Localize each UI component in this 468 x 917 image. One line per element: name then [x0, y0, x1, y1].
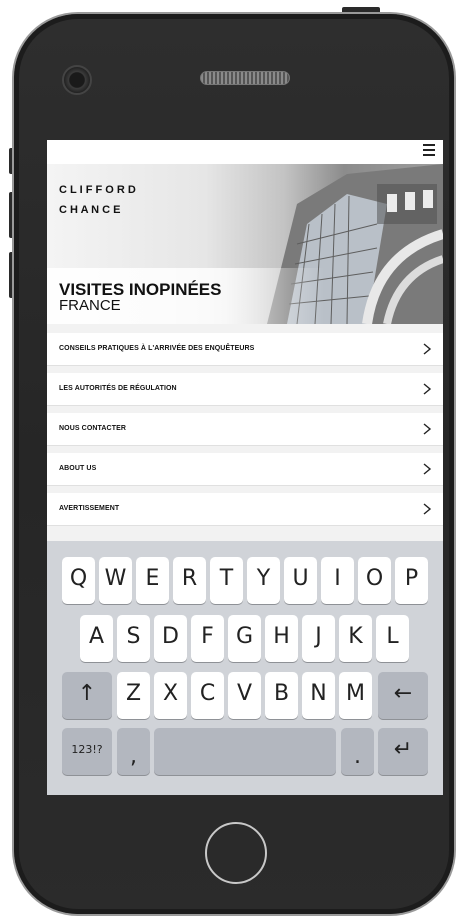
chevron-right-icon — [423, 423, 432, 435]
key-i[interactable]: I — [321, 557, 354, 604]
front-camera — [62, 65, 92, 95]
key-r[interactable]: R — [173, 557, 206, 604]
on-screen-keyboard: Q W E R T Y U I O P A S D F G H J K L ↑ … — [47, 541, 443, 795]
key-t[interactable]: T — [210, 557, 243, 604]
power-button[interactable] — [342, 7, 380, 14]
menu-item-conseils[interactable]: CONSEILS PRATIQUES À L'ARRIVÉE DES ENQUÊ… — [47, 333, 443, 365]
menu-item-contact[interactable]: NOUS CONTACTER — [47, 413, 443, 445]
enter-key[interactable]: ↵ — [378, 728, 428, 775]
banner-subtitle: FRANCE — [59, 297, 121, 314]
menu-item-label: ABOUT US — [59, 465, 97, 472]
key-j[interactable]: J — [302, 615, 335, 662]
main-menu: CONSEILS PRATIQUES À L'ARRIVÉE DES ENQUÊ… — [47, 333, 443, 533]
key-u[interactable]: U — [284, 557, 317, 604]
chevron-right-icon — [423, 463, 432, 475]
hero-banner: C L I F F O R D C H A N C E VISITES INOP… — [47, 164, 443, 324]
menu-item-about[interactable]: ABOUT US — [47, 453, 443, 485]
key-z[interactable]: Z — [117, 672, 150, 719]
key-h[interactable]: H — [265, 615, 298, 662]
menu-item-label: AVERTISSEMENT — [59, 505, 120, 512]
key-m[interactable]: M — [339, 672, 372, 719]
earpiece-speaker — [200, 71, 290, 85]
backspace-key[interactable]: ← — [378, 672, 428, 719]
key-k[interactable]: K — [339, 615, 372, 662]
comma-key[interactable]: , — [117, 728, 150, 775]
menu-item-label: LES AUTORITÉS DE RÉGULATION — [59, 385, 177, 392]
key-x[interactable]: X — [154, 672, 187, 719]
chevron-right-icon — [423, 383, 432, 395]
key-d[interactable]: D — [154, 615, 187, 662]
chevron-right-icon — [423, 343, 432, 355]
top-bar — [47, 140, 443, 164]
key-a[interactable]: A — [80, 615, 113, 662]
key-q[interactable]: Q — [62, 557, 95, 604]
menu-item-label: NOUS CONTACTER — [59, 425, 126, 432]
key-o[interactable]: O — [358, 557, 391, 604]
key-s[interactable]: S — [117, 615, 150, 662]
clifford-chance-logo: C L I F F O R D C H A N C E — [59, 184, 136, 216]
key-n[interactable]: N — [302, 672, 335, 719]
key-f[interactable]: F — [191, 615, 224, 662]
menu-item-autorites[interactable]: LES AUTORITÉS DE RÉGULATION — [47, 373, 443, 405]
menu-item-avertissement[interactable]: AVERTISSEMENT — [47, 493, 443, 525]
key-g[interactable]: G — [228, 615, 261, 662]
menu-item-label: CONSEILS PRATIQUES À L'ARRIVÉE DES ENQUÊ… — [59, 345, 255, 352]
numbers-key[interactable]: 123!? — [62, 728, 112, 775]
shift-key[interactable]: ↑ — [62, 672, 112, 719]
key-b[interactable]: B — [265, 672, 298, 719]
key-p[interactable]: P — [395, 557, 428, 604]
period-key[interactable]: . — [341, 728, 374, 775]
key-e[interactable]: E — [136, 557, 169, 604]
space-key[interactable] — [154, 728, 336, 775]
home-button[interactable] — [205, 822, 267, 884]
chevron-right-icon — [423, 503, 432, 515]
screen: C L I F F O R D C H A N C E VISITES INOP… — [47, 140, 443, 795]
key-v[interactable]: V — [228, 672, 261, 719]
key-l[interactable]: L — [376, 615, 409, 662]
key-c[interactable]: C — [191, 672, 224, 719]
hamburger-menu-icon[interactable] — [423, 144, 435, 156]
key-w[interactable]: W — [99, 557, 132, 604]
key-y[interactable]: Y — [247, 557, 280, 604]
